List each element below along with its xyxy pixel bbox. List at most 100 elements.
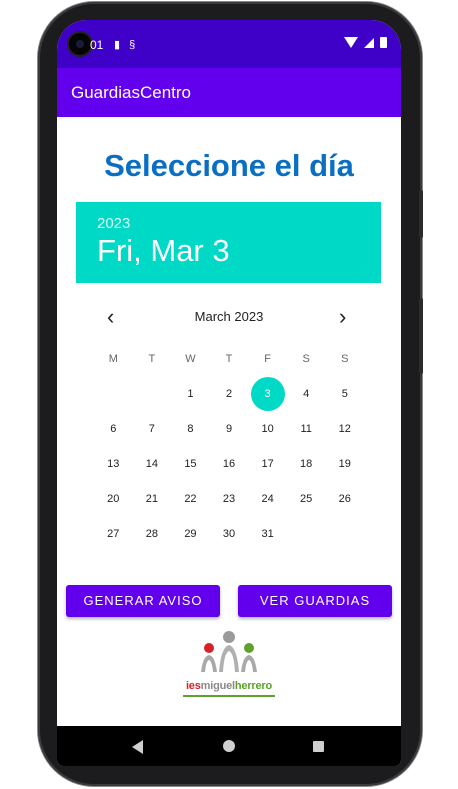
signal-icon bbox=[364, 37, 374, 48]
calendar-day[interactable]: 9 bbox=[210, 412, 249, 445]
calendar-day-label: 6 bbox=[110, 422, 117, 435]
calendar-day-selected[interactable]: 3 bbox=[248, 376, 287, 411]
calendar-day[interactable]: 31 bbox=[248, 517, 287, 550]
weekday-label: M bbox=[108, 352, 118, 365]
page-heading: Seleccione el día bbox=[104, 148, 354, 183]
calendar-empty-cell bbox=[94, 377, 133, 410]
status-notification-icons: ▮ § bbox=[114, 38, 141, 51]
selected-date: Fri, Mar 3 bbox=[97, 233, 230, 268]
recents-icon[interactable] bbox=[313, 741, 324, 752]
calendar-day[interactable]: 27 bbox=[94, 517, 133, 550]
calendar-day-label: 20 bbox=[107, 492, 120, 505]
calendar-day[interactable]: 29 bbox=[171, 517, 210, 550]
calendar-empty-cell bbox=[133, 377, 172, 410]
calendar-day-label: 19 bbox=[338, 457, 351, 470]
calendar-day[interactable]: 15 bbox=[171, 447, 210, 480]
calendar-day[interactable]: 13 bbox=[94, 447, 133, 480]
calendar-day[interactable]: 16 bbox=[210, 447, 249, 480]
calendar-day-label: 27 bbox=[107, 527, 120, 540]
calendar-day-label: 21 bbox=[145, 492, 158, 505]
weekday-label: S bbox=[341, 352, 349, 365]
calendar-day-label: 14 bbox=[145, 457, 158, 470]
school-logo: iesmiguelherrero bbox=[177, 628, 281, 698]
calendar-day[interactable]: 5 bbox=[325, 377, 364, 410]
calendar-day[interactable]: 1 bbox=[171, 377, 210, 410]
calendar-day-label: 1 bbox=[187, 387, 194, 400]
calendar-day-label: 3 bbox=[250, 376, 285, 411]
calendar-day[interactable]: 20 bbox=[94, 482, 133, 515]
calendar-day-label: 2 bbox=[225, 387, 233, 400]
calendar-day-label: 31 bbox=[261, 527, 274, 540]
calendar-day[interactable]: 12 bbox=[325, 412, 364, 445]
calendar-day[interactable]: 30 bbox=[210, 517, 249, 550]
wifi-icon bbox=[344, 37, 358, 48]
calendar-week-row: 6 7 8 9 10 11 12 bbox=[94, 411, 364, 446]
weekday-label: T bbox=[225, 352, 233, 365]
calendar-day-label: 11 bbox=[300, 422, 312, 435]
calendar-day-label: 4 bbox=[303, 387, 310, 400]
app-title: GuardiasCentro bbox=[71, 83, 192, 102]
calendar-day[interactable]: 17 bbox=[248, 447, 287, 480]
device-screen: 01 ▮ § GuardiasCentro Seleccione el día … bbox=[57, 20, 401, 766]
weekday-label: T bbox=[148, 352, 156, 365]
calendar-day-label: 28 bbox=[145, 527, 158, 540]
calendar-day-label: 17 bbox=[261, 457, 274, 470]
calendar-day-label: 30 bbox=[222, 527, 236, 540]
calendar-day-label: 29 bbox=[184, 527, 197, 540]
calendar-day-label: 24 bbox=[261, 492, 274, 505]
weekday-label: W bbox=[185, 352, 196, 365]
status-time: 01 bbox=[90, 38, 104, 52]
calendar-day[interactable]: 2 bbox=[210, 377, 249, 410]
calendar-day-label: 9 bbox=[225, 422, 233, 435]
calendar-day[interactable]: 6 bbox=[94, 412, 133, 445]
date-picker-header: 2023 Fri, Mar 3 bbox=[76, 202, 381, 283]
battery-icon bbox=[380, 37, 387, 48]
system-nav-bar bbox=[57, 726, 401, 766]
chevron-right-icon[interactable]: › bbox=[339, 305, 346, 329]
calendar-day-label: 23 bbox=[222, 492, 236, 505]
calendar-week-row: 27 28 29 30 31 bbox=[94, 516, 364, 551]
calendar-day[interactable]: 8 bbox=[171, 412, 210, 445]
sd-card-icon: ▮ bbox=[114, 39, 121, 51]
calendar-week-row: 1 2 3 4 5 bbox=[94, 376, 364, 411]
weekday-header-row: MTWTFSS bbox=[94, 341, 364, 376]
calendar-day[interactable]: 19 bbox=[325, 447, 364, 480]
status-bar: 01 ▮ § bbox=[57, 20, 401, 68]
back-icon[interactable] bbox=[132, 740, 143, 754]
selected-year[interactable]: 2023 bbox=[97, 215, 130, 232]
home-icon[interactable] bbox=[223, 740, 235, 752]
sync-icon: § bbox=[129, 39, 136, 51]
calendar-day[interactable]: 24 bbox=[248, 482, 287, 515]
power-button bbox=[419, 190, 423, 238]
ver-guardias-button[interactable]: VER GUARDIAS bbox=[238, 585, 392, 617]
calendar-day[interactable]: 10 bbox=[248, 412, 287, 445]
calendar-day[interactable]: 25 bbox=[287, 482, 326, 515]
calendar-day-label: 12 bbox=[338, 422, 351, 435]
calendar-day-label: 26 bbox=[338, 492, 351, 505]
calendar-day[interactable]: 4 bbox=[287, 377, 326, 410]
weekday-label: S bbox=[302, 352, 310, 365]
calendar-navigation: ‹ March 2023 › bbox=[57, 305, 401, 335]
calendar-week-row: 20 21 22 23 24 25 26 bbox=[94, 481, 364, 516]
generar-aviso-button[interactable]: GENERAR AVISO bbox=[66, 585, 220, 617]
calendar-day[interactable]: 18 bbox=[287, 447, 326, 480]
calendar-day[interactable]: 21 bbox=[133, 482, 172, 515]
calendar-day-label: 13 bbox=[107, 457, 120, 470]
camera-icon bbox=[69, 33, 91, 55]
calendar-day[interactable]: 23 bbox=[210, 482, 249, 515]
status-system-icons bbox=[344, 37, 387, 48]
calendar-week-row: 13 14 15 16 17 18 19 bbox=[94, 446, 364, 481]
logo-underline bbox=[183, 695, 275, 697]
calendar-day[interactable]: 11 bbox=[287, 412, 326, 445]
calendar-day[interactable]: 22 bbox=[171, 482, 210, 515]
calendar-day-label: 25 bbox=[300, 492, 313, 505]
calendar-day[interactable]: 26 bbox=[325, 482, 364, 515]
calendar-day[interactable]: 28 bbox=[133, 517, 172, 550]
calendar-day[interactable]: 7 bbox=[133, 412, 172, 445]
calendar-day-label: 10 bbox=[261, 422, 274, 435]
calendar-day-label: 16 bbox=[222, 457, 236, 470]
calendar-day-label: 18 bbox=[300, 457, 313, 470]
calendar-day[interactable]: 14 bbox=[133, 447, 172, 480]
logo-figures-icon bbox=[201, 631, 257, 672]
calendar-day-label: 8 bbox=[187, 422, 194, 435]
